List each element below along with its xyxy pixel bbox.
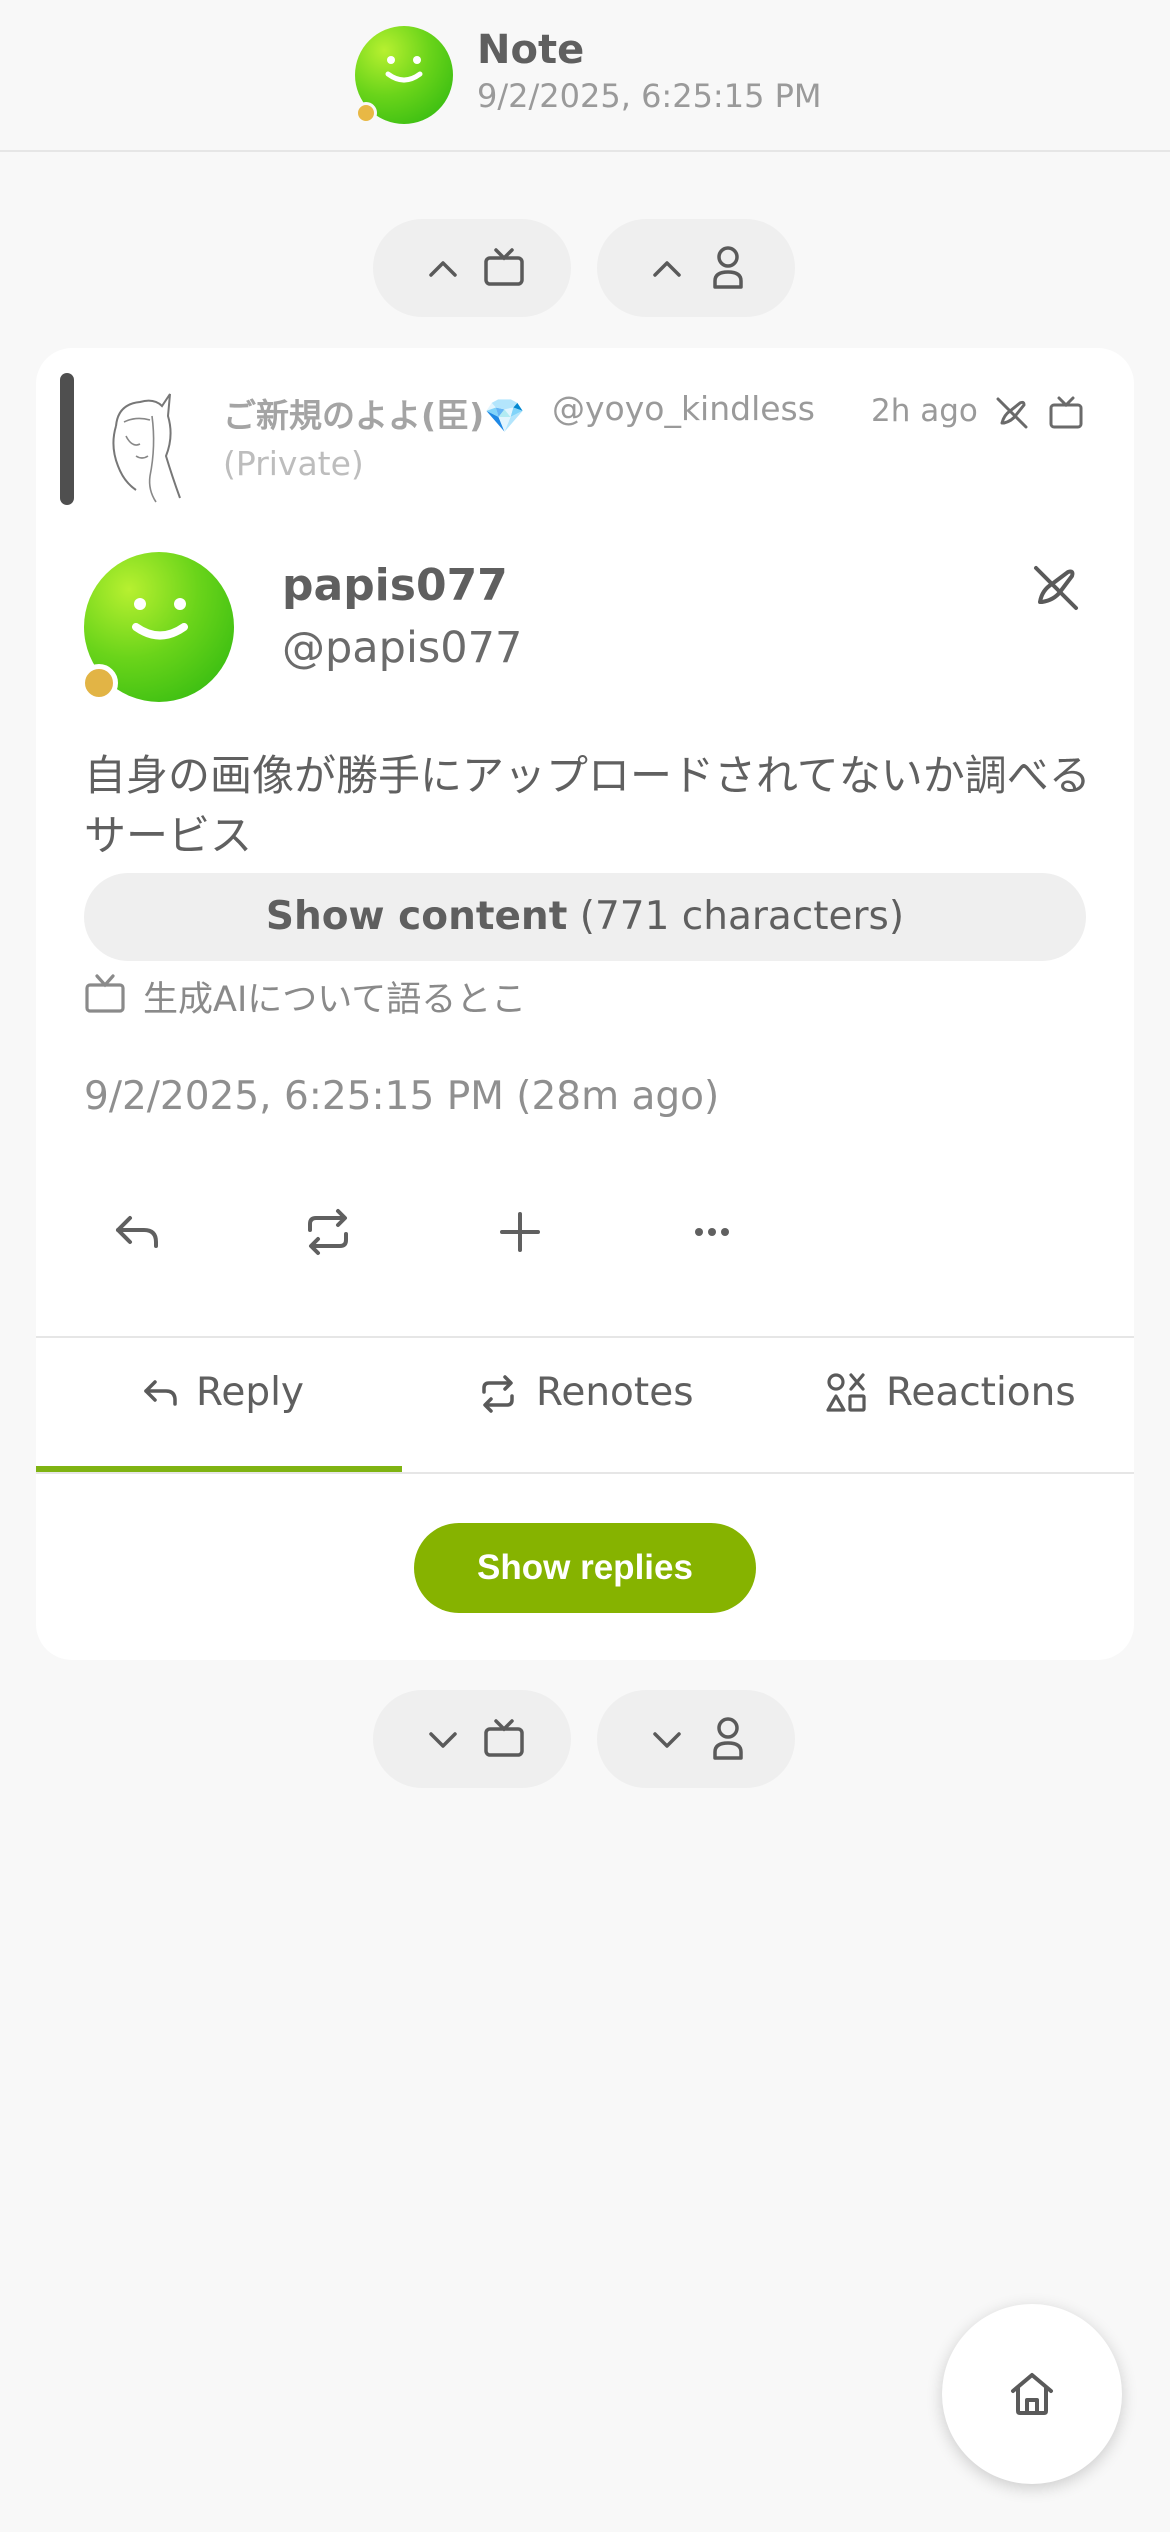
reply-icon [144,1380,177,1406]
chevron-down-icon [429,1732,457,1748]
plus-icon [500,1212,540,1252]
more-horizontal-icon [695,1228,729,1236]
page-title: Note [477,27,585,73]
tv-icon [484,1719,524,1757]
chevron-up-icon [429,261,457,277]
tab-reactions-label: Reactions [886,1370,1076,1415]
reply-icon [116,1216,158,1248]
user-icon [713,1717,743,1760]
user-icon [713,246,743,289]
chevron-up-icon [653,261,681,277]
show-replies-button[interactable]: Show replies [414,1523,756,1613]
online-status-dot [355,102,377,124]
show-content-label: Show content [265,894,568,939]
shapes-icon [826,1373,866,1412]
tab-renotes[interactable]: Renotes [402,1338,768,1468]
content-warning-text: 自身の画像が勝手にアップロードされてないか調べるサービス [84,751,1091,860]
prev-channel-note-button[interactable] [373,219,571,317]
renote-time[interactable]: 2h ago [871,393,978,429]
renote-author-avatar[interactable] [96,386,192,506]
divider [36,1472,1134,1474]
tv-icon [1049,396,1083,429]
rocket-off-icon [996,397,1028,429]
tab-reactions[interactable]: Reactions [768,1338,1134,1468]
renote-author-handle[interactable]: @yoyo_kindless [552,389,815,428]
repeat-icon [482,1375,514,1413]
show-content-button[interactable]: Show content (771 characters) [84,873,1086,961]
rocket-off-icon [1034,566,1078,610]
note-card: ご新規のよよ(臣)💎 @yoyo_kindless (Private) 2h a… [36,348,1134,1660]
tab-renotes-label: Renotes [536,1370,694,1415]
renote-author-name[interactable]: ご新規のよよ(臣)💎 [223,389,525,437]
reply-button[interactable] [108,1192,198,1272]
online-status-dot [80,664,118,702]
tv-icon [484,248,524,286]
next-channel-note-button[interactable] [373,1690,571,1788]
more-button[interactable] [682,1192,772,1272]
note-author-name[interactable]: papis077 [282,560,508,611]
renote-button[interactable] [298,1192,388,1272]
chevron-down-icon [653,1732,681,1748]
tab-reply-label: Reply [196,1370,305,1415]
note-author-handle[interactable]: @papis077 [282,623,522,673]
tv-icon [85,974,125,1013]
repeat-icon [308,1209,348,1255]
prev-user-note-button[interactable] [597,219,795,317]
show-content-count: (771 characters) [579,894,905,939]
renote-indicator-bar [60,373,74,505]
renote-visibility: (Private) [223,444,364,483]
page-header: Note 9/2/2025, 6:25:15 PM [0,0,1170,152]
page-subtitle: 9/2/2025, 6:25:15 PM [477,77,822,115]
home-icon [1011,2373,1053,2415]
next-user-note-button[interactable] [597,1690,795,1788]
note-datetime[interactable]: 9/2/2025, 6:25:15 PM (28m ago) [84,1074,719,1119]
tab-reply[interactable]: Reply [36,1338,402,1468]
home-button[interactable] [942,2304,1122,2484]
react-button[interactable] [490,1192,580,1272]
channel-link[interactable]: 生成AIについて語るとこ [143,971,526,1022]
